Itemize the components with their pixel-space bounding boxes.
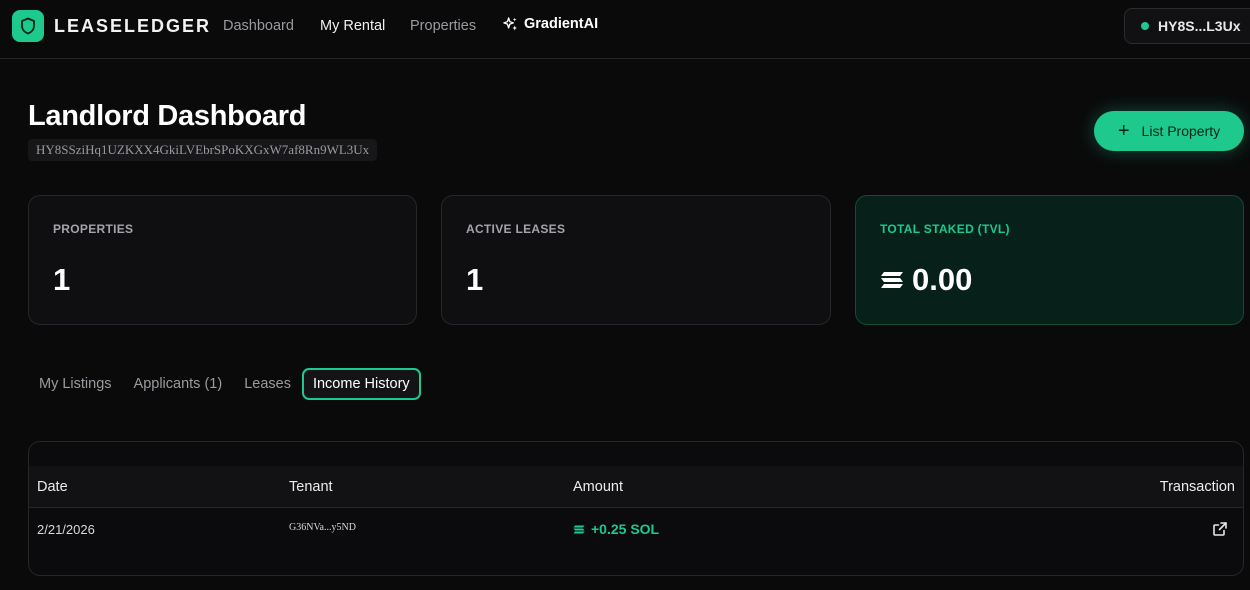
stat-label: PROPERTIES <box>53 222 134 236</box>
external-link-icon[interactable] <box>1212 521 1228 537</box>
amount-value: +0.25 SOL <box>591 521 660 537</box>
list-property-button[interactable]: + List Property <box>1094 111 1244 151</box>
stat-card-active-leases: ACTIVE LEASES 1 <box>441 195 831 325</box>
page-title: Landlord Dashboard <box>28 100 307 132</box>
stat-label: ACTIVE LEASES <box>466 222 566 236</box>
nav-link-properties[interactable]: Properties <box>410 18 476 34</box>
cell-tenant: G36NVa...y5ND <box>289 522 356 533</box>
solana-icon <box>881 272 903 288</box>
column-header-tenant: Tenant <box>289 479 333 495</box>
tab-leases[interactable]: Leases <box>233 368 302 400</box>
tab-income-history[interactable]: Income History <box>301 367 421 400</box>
solana-icon <box>573 525 585 533</box>
nav-link-my-rental[interactable]: My Rental <box>320 18 385 34</box>
brand-name[interactable]: LEASELEDGER <box>54 16 211 37</box>
plus-icon: + <box>1117 120 1130 142</box>
stat-value: 1 <box>466 262 484 297</box>
stat-value: 1 <box>53 262 71 297</box>
wallet-address-full: HY8SSziHq1UZKXX4GkiLVEbrSPoKXGxW7af8Rn9W… <box>28 139 378 161</box>
stat-card-total-staked: TOTAL STAKED (TVL) 0.00 <box>855 195 1244 325</box>
table-header-row: Date Tenant Amount Transaction <box>29 466 1243 508</box>
column-header-date: Date <box>37 479 68 495</box>
stat-value: 0.00 <box>912 262 973 297</box>
stat-label: TOTAL STAKED (TVL) <box>880 222 1010 236</box>
wallet-address-short: HY8S...L3Ux <box>1158 18 1241 34</box>
wallet-button[interactable]: HY8S...L3Ux <box>1124 8 1250 44</box>
stat-value-wrap: 0.00 <box>880 262 972 298</box>
tab-my-listings[interactable]: My Listings <box>28 368 123 400</box>
cell-date: 2/21/2026 <box>37 522 95 537</box>
nav-link-gradientai[interactable]: GradientAI <box>503 16 598 32</box>
column-header-transaction: Transaction <box>1159 479 1235 495</box>
stat-card-properties: PROPERTIES 1 <box>28 195 417 325</box>
income-history-table: Date Tenant Amount Transaction 2/21/2026… <box>28 441 1244 576</box>
dashboard-tabs: My Listings Applicants (1) Leases Income… <box>28 367 421 400</box>
shield-logo-icon[interactable] <box>12 10 44 42</box>
nav-link-dashboard[interactable]: Dashboard <box>223 18 294 34</box>
top-navbar: LEASELEDGER Dashboard My Rental Properti… <box>0 0 1250 59</box>
list-property-label: List Property <box>1141 123 1221 139</box>
nav-link-gradientai-label: GradientAI <box>524 16 599 32</box>
column-header-amount: Amount <box>573 479 623 495</box>
cell-amount: +0.25 SOL <box>573 521 659 537</box>
sparkles-icon <box>503 16 518 31</box>
connected-status-dot <box>1141 22 1149 30</box>
tab-applicants[interactable]: Applicants (1) <box>123 368 234 400</box>
